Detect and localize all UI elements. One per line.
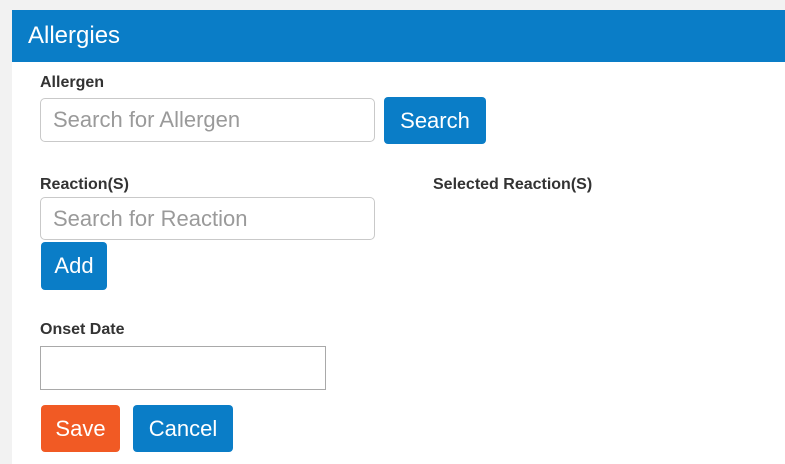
- onset-date-input[interactable]: [40, 346, 326, 390]
- add-reaction-button[interactable]: Add: [41, 242, 107, 290]
- save-button[interactable]: Save: [41, 405, 120, 452]
- allergen-search-button[interactable]: Search: [384, 97, 486, 144]
- reaction-search-input[interactable]: [40, 197, 375, 240]
- cancel-button[interactable]: Cancel: [133, 405, 233, 452]
- onset-date-label: Onset Date: [40, 321, 125, 338]
- reaction-label: Reaction(S): [40, 176, 129, 193]
- allergen-search-input[interactable]: [40, 98, 375, 142]
- dialog-header: Allergies: [12, 10, 785, 62]
- selected-reactions-label: Selected Reaction(S): [433, 176, 593, 193]
- allergen-label: Allergen: [40, 74, 105, 91]
- allergies-dialog: Allergies Allergen Search Reaction(S) Se…: [12, 10, 785, 464]
- dialog-title: Allergies: [28, 22, 121, 49]
